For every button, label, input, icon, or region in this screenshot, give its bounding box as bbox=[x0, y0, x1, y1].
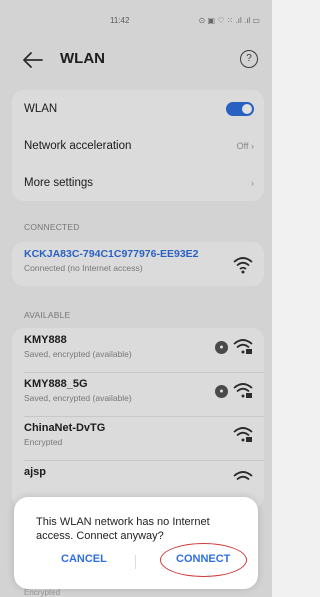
no-internet-dialog: This WLAN network has no Internet access… bbox=[14, 497, 258, 589]
dialog-message: This WLAN network has no Internet access… bbox=[36, 516, 210, 542]
cancel-button[interactable]: CANCEL bbox=[61, 553, 107, 565]
button-divider bbox=[135, 555, 136, 569]
connect-highlight-circle bbox=[160, 543, 247, 577]
